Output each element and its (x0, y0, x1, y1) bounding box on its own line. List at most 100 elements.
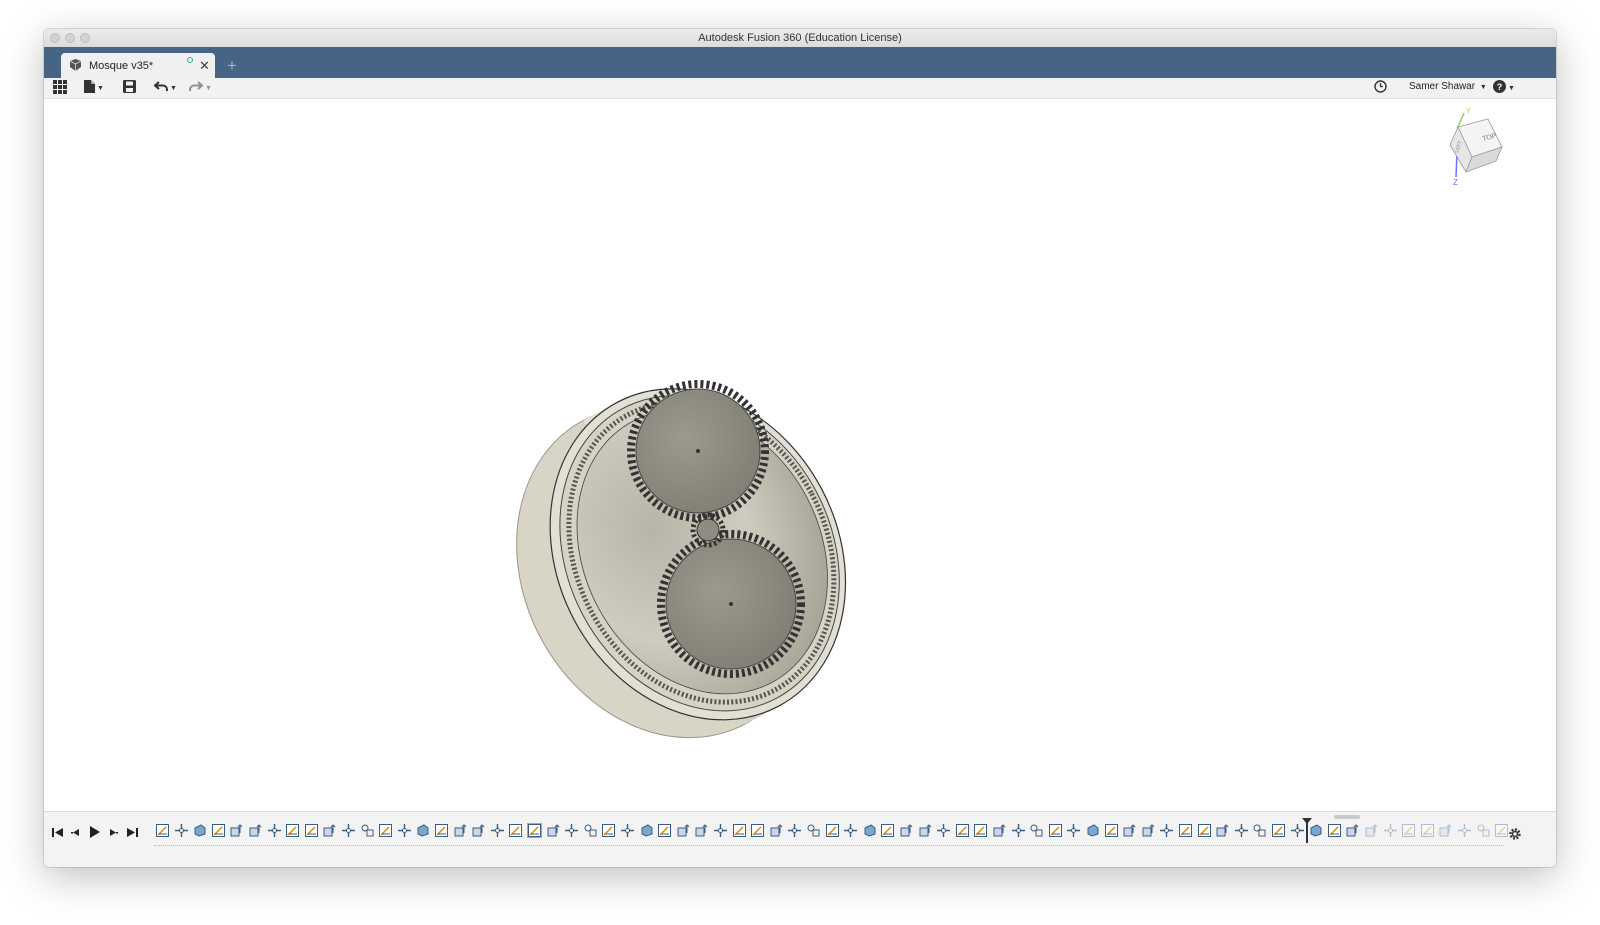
chevron-down-icon: ▼ (205, 84, 212, 92)
timeline-feature-sketch-icon[interactable] (751, 824, 764, 837)
timeline-feature-body-icon[interactable] (863, 824, 876, 837)
timeline-feature-body-icon[interactable] (1086, 824, 1099, 837)
timeline-feature-sketch-icon[interactable] (1272, 824, 1285, 837)
timeline-feature-sketch-icon[interactable] (1421, 824, 1434, 837)
timeline-settings-button[interactable] (1508, 827, 1522, 846)
timeline-feature-sketch-icon[interactable] (602, 824, 615, 837)
help-button[interactable]: ? ▼ (1493, 80, 1515, 96)
undo-button[interactable]: ▼ (153, 80, 177, 96)
step-forward-button[interactable] (106, 827, 120, 841)
timeline-feature-extrude-icon[interactable] (695, 824, 708, 837)
timeline-feature-move-icon[interactable] (621, 824, 634, 837)
redo-button[interactable]: ▼ (189, 80, 212, 96)
play-button[interactable] (87, 826, 101, 841)
new-tab-button[interactable]: + (221, 55, 243, 77)
timeline-feature-sketch-icon[interactable] (881, 824, 894, 837)
timeline-feature-extrude-icon[interactable] (677, 824, 690, 837)
timeline-feature-extrude-icon[interactable] (547, 824, 560, 837)
timeline-feature-extrude-icon[interactable] (1123, 824, 1136, 837)
timeline-feature-extrude-icon[interactable] (1142, 824, 1155, 837)
timeline-feature-joint-icon[interactable] (584, 824, 597, 837)
timeline-feature-sketch-icon[interactable] (1105, 824, 1118, 837)
timeline-feature-joint-icon[interactable] (807, 824, 820, 837)
timeline-feature-move-icon[interactable] (1160, 824, 1173, 837)
data-panel-button[interactable] (53, 79, 67, 96)
timeline-feature-sketch-icon[interactable] (826, 824, 839, 837)
timeline-feature-sketch-icon[interactable] (1049, 824, 1062, 837)
timeline-feature-move-icon[interactable] (844, 824, 857, 837)
step-back-button[interactable] (68, 827, 82, 841)
timeline-feature-sketch-icon[interactable] (956, 824, 969, 837)
timeline-feature-extrude-icon[interactable] (919, 824, 932, 837)
timeline-feature-extrude-icon[interactable] (1439, 824, 1452, 837)
timeline-feature-body-icon[interactable] (640, 824, 653, 837)
timeline-feature-sketch-icon[interactable] (733, 824, 746, 837)
job-status-button[interactable] (1374, 80, 1387, 96)
timeline-scrollbar[interactable] (1334, 815, 1360, 819)
timeline-feature-extrude-icon[interactable] (993, 824, 1006, 837)
timeline-marker[interactable] (1306, 819, 1308, 843)
close-tab-icon[interactable]: ✕ (199, 58, 210, 74)
go-to-end-button[interactable] (125, 827, 139, 841)
timeline-feature-extrude-icon[interactable] (249, 824, 262, 837)
file-menu-button[interactable]: ▼ (84, 80, 104, 96)
timeline-feature-joint-icon[interactable] (1030, 824, 1043, 837)
gear-assembly-model[interactable] (44, 99, 1556, 811)
timeline-feature-body-icon[interactable] (193, 824, 206, 837)
timeline-feature-move-icon[interactable] (565, 824, 578, 837)
timeline-feature-sketch-icon[interactable] (658, 824, 671, 837)
timeline-feature-sketch-icon[interactable] (1495, 824, 1508, 837)
timeline-feature-move-icon[interactable] (398, 824, 411, 837)
timeline-feature-move-icon[interactable] (491, 824, 504, 837)
timeline-feature-move-icon[interactable] (1291, 824, 1304, 837)
tab-document[interactable]: Mosque v35* ✕ (61, 53, 215, 78)
timeline-feature-sketch-icon[interactable] (435, 824, 448, 837)
timeline-feature-sketch-icon[interactable] (974, 824, 987, 837)
timeline-feature-sketch-icon[interactable] (1179, 824, 1192, 837)
minimize-window-button[interactable] (65, 33, 75, 43)
timeline-feature-joint-icon[interactable] (361, 824, 374, 837)
timeline-feature-move-icon[interactable] (788, 824, 801, 837)
timeline-feature-extrude-icon[interactable] (1216, 824, 1229, 837)
timeline-feature-sketch-icon[interactable] (509, 824, 522, 837)
timeline-feature-sketch-icon[interactable] (379, 824, 392, 837)
timeline-feature-move-icon[interactable] (1458, 824, 1471, 837)
timeline-feature-move-icon[interactable] (714, 824, 727, 837)
timeline-feature-move-icon[interactable] (268, 824, 281, 837)
timeline-feature-joint-icon[interactable] (1477, 824, 1490, 837)
timeline-feature-sketch-icon[interactable] (305, 824, 318, 837)
timeline-feature-sketch-icon[interactable] (286, 824, 299, 837)
timeline-feature-sketch-icon[interactable] (527, 823, 542, 838)
timeline-feature-extrude-icon[interactable] (1365, 824, 1378, 837)
timeline-feature-sketch-icon[interactable] (1328, 824, 1341, 837)
close-window-button[interactable] (50, 33, 60, 43)
go-to-start-button[interactable] (50, 827, 64, 841)
timeline-feature-body-icon[interactable] (1309, 824, 1322, 837)
timeline-feature-extrude-icon[interactable] (230, 824, 243, 837)
timeline-feature-joint-icon[interactable] (1253, 824, 1266, 837)
timeline-feature-extrude-icon[interactable] (472, 824, 485, 837)
timeline-feature-move-icon[interactable] (1235, 824, 1248, 837)
timeline-feature-move-icon[interactable] (342, 824, 355, 837)
timeline-feature-move-icon[interactable] (937, 824, 950, 837)
view-cube[interactable]: TOP LEFT Y Z (1436, 107, 1516, 192)
timeline-feature-extrude-icon[interactable] (323, 824, 336, 837)
timeline-feature-move-icon[interactable] (1067, 824, 1080, 837)
user-account-menu[interactable]: Samer Shawar ▼ (1409, 81, 1487, 92)
timeline-feature-sketch-icon[interactable] (1402, 824, 1415, 837)
timeline-feature-sketch-icon[interactable] (212, 824, 225, 837)
save-button[interactable] (123, 80, 136, 96)
timeline-feature-extrude-icon[interactable] (454, 824, 467, 837)
timeline-feature-move-icon[interactable] (1384, 824, 1397, 837)
timeline-feature-move-icon[interactable] (1012, 824, 1025, 837)
timeline-feature-body-icon[interactable] (416, 824, 429, 837)
timeline-feature-extrude-icon[interactable] (1346, 824, 1359, 837)
timeline-feature-extrude-icon[interactable] (900, 824, 913, 837)
timeline-feature-extrude-icon[interactable] (770, 824, 783, 837)
canvas-viewport[interactable]: TOP LEFT Y Z (44, 99, 1556, 811)
timeline-feature-sketch-icon[interactable] (156, 824, 169, 837)
design-timeline (44, 811, 1556, 867)
timeline-feature-move-icon[interactable] (175, 824, 188, 837)
zoom-window-button[interactable] (80, 33, 90, 43)
timeline-feature-sketch-icon[interactable] (1198, 824, 1211, 837)
